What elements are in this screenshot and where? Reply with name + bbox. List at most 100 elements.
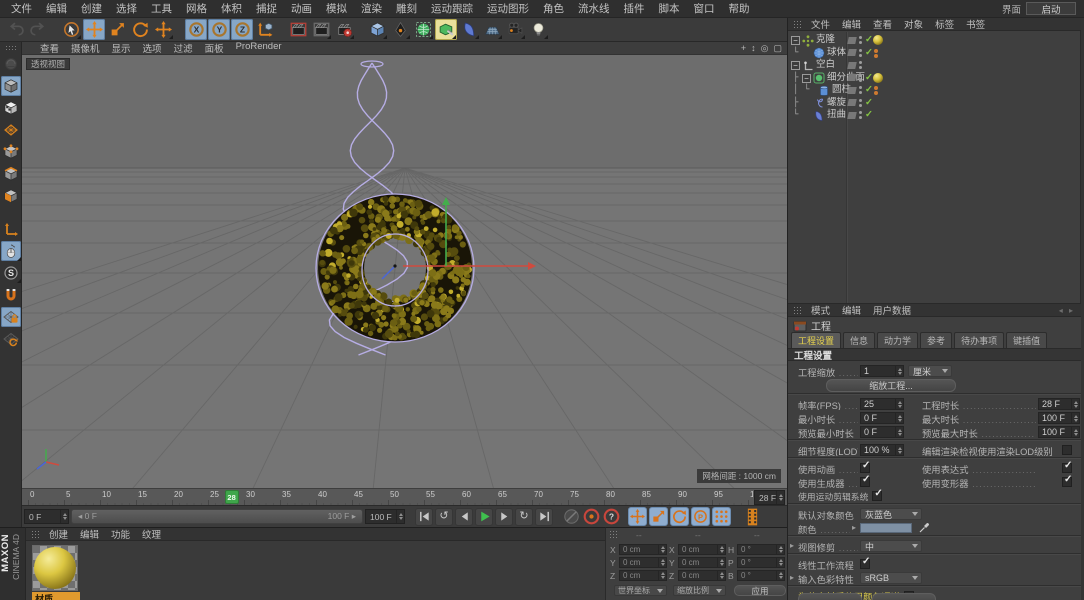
attribute-menu-item-1[interactable]: 编辑 bbox=[836, 304, 867, 317]
null-icon[interactable] bbox=[802, 60, 814, 72]
tree-row-扭曲[interactable]: └ 扭曲 ✓ bbox=[788, 109, 1081, 122]
expand-icon[interactable]: ▸ bbox=[790, 541, 794, 551]
visibility-dots-icon[interactable] bbox=[859, 61, 862, 70]
render-lod-checkbox[interactable] bbox=[1062, 445, 1072, 455]
history-arrows-icon[interactable]: ◂ ▸ bbox=[1059, 306, 1081, 315]
menu-item-12[interactable]: 运动跟踪 bbox=[424, 1, 480, 16]
layer-chip[interactable] bbox=[847, 61, 857, 69]
object-manager-menu-item-0[interactable]: 文件 bbox=[805, 18, 836, 31]
collapse-icon[interactable]: − bbox=[791, 36, 800, 45]
goto-start-button[interactable] bbox=[415, 507, 433, 526]
timeline-end-spinner[interactable]: 28 F bbox=[754, 490, 785, 505]
key-parameter-toggle[interactable]: P bbox=[691, 507, 710, 526]
live-selection-button[interactable] bbox=[60, 19, 82, 40]
tree-row-螺旋[interactable]: ├ 螺旋 ✓ bbox=[788, 97, 1081, 110]
tag-dots-icon[interactable] bbox=[874, 86, 878, 96]
ruler-ticks[interactable]: 0 5 10 15 20 25 30 35 40 45 50 55 60 65 70 75 80 85 90 95 10… bbox=[22, 489, 753, 506]
z-axis-lock-button[interactable]: Z bbox=[231, 19, 253, 40]
visibility-dots-icon[interactable] bbox=[859, 86, 862, 95]
preset-button[interactable] bbox=[798, 593, 862, 600]
menu-item-3[interactable]: 选择 bbox=[109, 1, 144, 16]
menu-item-0[interactable]: 文件 bbox=[4, 1, 39, 16]
stepper-icon[interactable] bbox=[396, 510, 404, 523]
menu-item-18[interactable]: 窗口 bbox=[687, 1, 722, 16]
visibility-dots-icon[interactable] bbox=[859, 48, 862, 58]
enabled-check-icon[interactable]: ✓ bbox=[865, 47, 873, 59]
model-mode-button[interactable] bbox=[0, 76, 21, 96]
rotate-button[interactable] bbox=[129, 19, 151, 40]
attribute-menu-item-2[interactable]: 用户数据 bbox=[867, 304, 917, 317]
project-scale-field[interactable]: 1 bbox=[860, 365, 904, 377]
helix-icon[interactable] bbox=[813, 97, 825, 109]
light-button[interactable] bbox=[527, 19, 549, 40]
tree-row-空白[interactable]: − 空白 bbox=[788, 59, 1081, 72]
viewport-menu-item-6[interactable]: ProRender bbox=[230, 41, 288, 55]
toolbar-grip[interactable] bbox=[4, 45, 17, 50]
object-label[interactable]: 扭曲 bbox=[827, 109, 846, 122]
spline-pen-button[interactable] bbox=[389, 19, 411, 40]
menu-item-11[interactable]: 雕刻 bbox=[389, 1, 424, 16]
material-thumbnail[interactable] bbox=[32, 545, 78, 591]
material-tag-icon[interactable] bbox=[873, 35, 883, 45]
material-tag-icon[interactable] bbox=[873, 72, 883, 83]
viewport-menu-item-4[interactable]: 过滤 bbox=[168, 41, 199, 55]
previous-key-button[interactable]: ↺ bbox=[435, 507, 453, 526]
layer-chip[interactable] bbox=[847, 74, 857, 81]
use-expressions-checkbox[interactable] bbox=[1062, 463, 1072, 473]
visibility-dots-icon[interactable] bbox=[859, 111, 862, 120]
unit-dropdown[interactable]: 厘米 bbox=[908, 365, 952, 377]
autokeying-button[interactable] bbox=[582, 508, 600, 526]
duration-field[interactable]: 28 F bbox=[1038, 398, 1080, 410]
key-position-toggle[interactable] bbox=[628, 507, 647, 526]
collapse-icon[interactable]: − bbox=[791, 61, 800, 70]
coord-dropdown-缩放比例[interactable]: 缩放比例 bbox=[673, 585, 726, 596]
redo-button[interactable] bbox=[27, 19, 49, 40]
use-generators-checkbox[interactable] bbox=[860, 477, 870, 487]
last-tool-button[interactable] bbox=[152, 19, 174, 40]
cylinder-icon[interactable] bbox=[818, 85, 830, 97]
make-editable-button[interactable] bbox=[1, 54, 21, 74]
scale-project-button[interactable]: 缩放工程... bbox=[826, 379, 956, 392]
tab-参考[interactable]: 参考 bbox=[920, 332, 953, 348]
tab-待办事项[interactable]: 待办事项 bbox=[954, 332, 1005, 348]
preview-max-field[interactable]: 100 F bbox=[1038, 426, 1080, 438]
visibility-dots-icon[interactable] bbox=[859, 98, 862, 108]
menu-item-4[interactable]: 工具 bbox=[144, 1, 179, 16]
object-label[interactable]: 克隆 bbox=[816, 34, 835, 47]
filmstrip-button[interactable] bbox=[744, 507, 760, 527]
next-frame-button[interactable] bbox=[495, 507, 513, 526]
tree-row-细分曲面[interactable]: ├ − 细分曲面 ✓ bbox=[788, 72, 1081, 85]
viewport-menu-item-5[interactable]: 面板 bbox=[199, 41, 230, 55]
texture-mode-button[interactable] bbox=[1, 98, 21, 118]
fps-field[interactable]: 25 bbox=[860, 398, 904, 410]
points-mode-button[interactable] bbox=[1, 142, 21, 162]
panel-grip-icon[interactable] bbox=[31, 529, 40, 539]
menu-item-7[interactable]: 捕捉 bbox=[249, 1, 284, 16]
color-swatch[interactable] bbox=[860, 523, 912, 533]
coord-field-2-B[interactable]: 0 ° bbox=[737, 570, 785, 581]
render-settings-button[interactable]: rect x='1.2' y='2.2' width='13.6' height… bbox=[333, 19, 355, 40]
apply-button[interactable]: 应用 bbox=[734, 585, 786, 596]
viewport-solo-button[interactable] bbox=[0, 241, 21, 261]
view-clipping-dropdown[interactable]: 中 bbox=[860, 540, 922, 552]
enabled-check-icon[interactable]: ✓ bbox=[865, 97, 873, 109]
y-axis-lock-button[interactable]: Y bbox=[208, 19, 230, 40]
zoom-view-icon[interactable]: ↕ bbox=[751, 43, 756, 54]
visibility-dots-icon[interactable] bbox=[859, 36, 862, 45]
visibility-dots-icon[interactable] bbox=[859, 73, 862, 83]
sphere-icon[interactable] bbox=[813, 47, 825, 59]
menu-item-5[interactable]: 网格 bbox=[179, 1, 214, 16]
use-deformers-checkbox[interactable] bbox=[1062, 477, 1072, 487]
object-manager-menu-item-1[interactable]: 编辑 bbox=[836, 18, 867, 31]
coord-field-1-X[interactable]: 0 cm bbox=[678, 544, 726, 555]
enabled-check-icon[interactable]: ✓ bbox=[865, 109, 873, 121]
key-rotation-toggle[interactable] bbox=[670, 507, 689, 526]
tab-动力学[interactable]: 动力学 bbox=[877, 332, 919, 348]
enabled-check-icon[interactable]: ✓ bbox=[865, 34, 873, 46]
material-menu-item-3[interactable]: 纹理 bbox=[136, 527, 167, 541]
input-profile-dropdown[interactable]: sRGB bbox=[860, 572, 922, 584]
volume-button[interactable] bbox=[435, 19, 457, 40]
layer-chip[interactable] bbox=[847, 99, 857, 106]
max-time-field[interactable]: 100 F bbox=[1038, 412, 1080, 424]
undo-button[interactable] bbox=[4, 19, 26, 40]
